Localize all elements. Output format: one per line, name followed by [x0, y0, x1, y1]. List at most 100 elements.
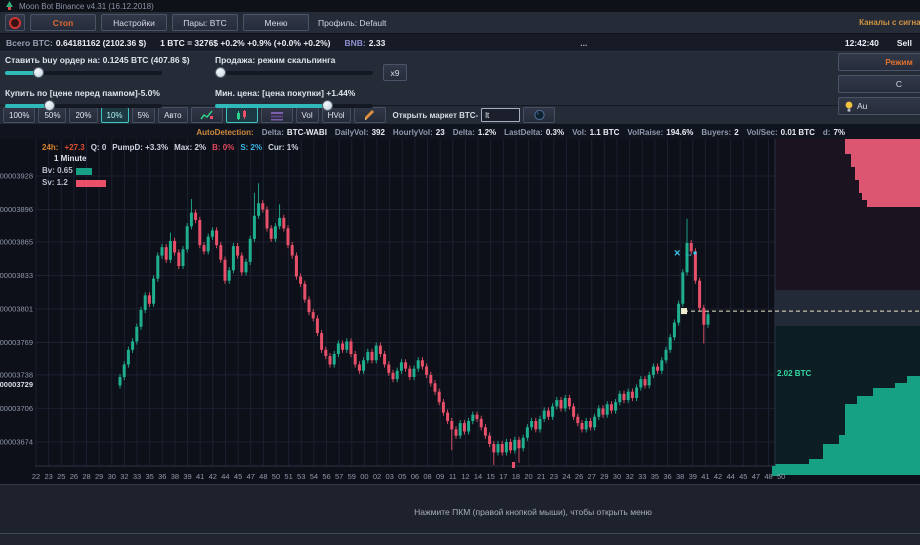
signal-channels-label[interactable]: Каналы с сигналами [859, 18, 920, 27]
right-edge-buttons: Режим С Au [838, 53, 920, 115]
svg-text:20: 20 [524, 472, 532, 481]
toolbar-button-1[interactable]: Настройки [101, 14, 167, 31]
pump-arrow-icon [200, 110, 214, 121]
svg-text:0.00003729: 0.00003729 [0, 380, 33, 389]
svg-text:25: 25 [57, 472, 65, 481]
toolbar-button-0[interactable]: Стоп [30, 14, 96, 31]
buy-price-slider[interactable] [5, 104, 162, 108]
stop-icon [9, 17, 21, 29]
status-item: VolRaise:194.6% [627, 128, 693, 137]
svg-text:27: 27 [588, 472, 596, 481]
svg-text:05: 05 [398, 472, 406, 481]
svg-text:14: 14 [474, 472, 482, 481]
svg-text:50: 50 [272, 472, 280, 481]
edge-button-2[interactable]: С [838, 75, 920, 93]
buy-price-marker [681, 308, 687, 314]
candles-view-button[interactable] [226, 107, 258, 123]
account-info-bar: Всего BTC:0.64181162 (2102.36 $) 1 BTC =… [0, 34, 920, 52]
svg-text:59: 59 [348, 472, 356, 481]
toolbar-button-2[interactable]: Пары: BTC [172, 14, 238, 31]
buy-mark-icon: → [684, 249, 693, 259]
moon-icon [533, 109, 546, 121]
svg-text:28: 28 [82, 472, 90, 481]
svg-text:0.00003865: 0.00003865 [0, 237, 33, 246]
status-item: HourlyVol:23 [393, 128, 445, 137]
buy-amount-slider[interactable] [5, 71, 162, 75]
vol-button[interactable]: Vol [296, 107, 319, 123]
svg-text:23: 23 [44, 472, 52, 481]
order-controls: Ставить buy ордер на: 0.1245 BTC (407.86… [0, 52, 920, 106]
footer: Нажмите ПКМ (правой кнопкой мыши), чтобы… [0, 485, 920, 545]
percent-button-Авто[interactable]: Авто [158, 107, 187, 123]
min-price-slider[interactable] [215, 104, 373, 108]
percent-button-10%[interactable]: 10% [101, 107, 129, 123]
percent-button-100%[interactable]: 100% [3, 107, 35, 123]
svg-text:0.00003801: 0.00003801 [0, 304, 33, 313]
bnb-label: BNB: [345, 38, 366, 48]
svg-text:06: 06 [411, 472, 419, 481]
sell-mode-slider[interactable] [215, 71, 373, 75]
autodetection-status-bar: AutoDetection:Delta:BTC-WABIDailyVol:392… [0, 125, 920, 139]
svg-text:03: 03 [385, 472, 393, 481]
stop-icon-button[interactable] [5, 14, 25, 31]
svg-text:44: 44 [221, 472, 229, 481]
pump-chart-icon-button[interactable] [191, 107, 223, 123]
svg-text:38: 38 [676, 472, 684, 481]
sell-mode-label: Продажа: режим скальпинга [215, 55, 407, 66]
profile-selector[interactable]: Профиль: Default [318, 18, 386, 28]
min-price-label: Мин. цена: [цена покупки] +1.44% [215, 88, 407, 99]
svg-text:48: 48 [764, 472, 772, 481]
svg-text:0.00003738: 0.00003738 [0, 370, 33, 379]
svg-text:32: 32 [120, 472, 128, 481]
more-dots[interactable]: ... [580, 38, 587, 48]
legend-stat: +27.3 [64, 143, 84, 152]
toolbar-button-3[interactable]: Меню [243, 14, 309, 31]
candlestick-chart[interactable]: ×→0.000039280.000038960.000038650.000038… [0, 139, 920, 484]
percent-button-20%[interactable]: 20% [69, 107, 97, 123]
svg-text:44: 44 [726, 472, 734, 481]
svg-text:42: 42 [714, 472, 722, 481]
percent-button-5%[interactable]: 5% [132, 107, 156, 123]
status-item: Delta:1.2% [453, 128, 496, 137]
sell-volume-legend: Sv: 1.2 [42, 178, 304, 188]
svg-text:11: 11 [449, 472, 457, 481]
legend-stats-line: 24h:+27.3Q: 0PumpD: +3.3%Max: 2%B: 0%S: … [42, 143, 304, 153]
market-ticker-input[interactable] [481, 108, 520, 122]
x9-multiplier-button[interactable]: x9 [383, 64, 407, 81]
legend-stat: Q: 0 [91, 143, 107, 152]
buy-price-label: Купить по [цене перед пампом]-5.0% [5, 88, 162, 99]
mode-button[interactable]: Режим [838, 53, 920, 71]
moonbot-logo-button[interactable] [523, 107, 555, 123]
buy-amount-slider-thumb[interactable] [33, 67, 44, 78]
svg-text:24: 24 [562, 472, 570, 481]
svg-text:39: 39 [689, 472, 697, 481]
percent-buttons: 100%50%20%10%5%Авто [3, 107, 188, 123]
svg-text:00: 00 [360, 472, 368, 481]
svg-text:33: 33 [133, 472, 141, 481]
total-btc-value: 0.64181162 (2102.36 $) [56, 38, 146, 48]
svg-text:54: 54 [310, 472, 318, 481]
svg-text:23: 23 [550, 472, 558, 481]
svg-text:57: 57 [335, 472, 343, 481]
buy-price-slider-thumb[interactable] [44, 100, 55, 111]
svg-text:18: 18 [512, 472, 520, 481]
sell-mode-slider-thumb[interactable] [215, 67, 226, 78]
buy-volume-legend: Bv: 0.65 [42, 166, 304, 176]
levels-icon [270, 110, 284, 121]
levels-view-button[interactable] [261, 107, 293, 123]
legend-stat: Max: 2% [174, 143, 206, 152]
svg-text:47: 47 [247, 472, 255, 481]
clock: 12:42:40 [845, 38, 879, 48]
bid-depth-label: 2.02 BTC [777, 369, 811, 378]
draw-tool-button[interactable] [354, 107, 386, 123]
chart-area: ×→0.000039280.000038960.000038650.000038… [0, 139, 920, 485]
svg-text:12: 12 [461, 472, 469, 481]
status-item: DailyVol:392 [335, 128, 385, 137]
svg-text:33: 33 [638, 472, 646, 481]
total-btc-label: Всего BTC: [6, 38, 53, 48]
svg-text:35: 35 [651, 472, 659, 481]
status-item: Vol/Sec:0.01 BTC [747, 128, 815, 137]
svg-text:17: 17 [499, 472, 507, 481]
auto-button[interactable]: Au [838, 97, 920, 115]
svg-text:36: 36 [158, 472, 166, 481]
